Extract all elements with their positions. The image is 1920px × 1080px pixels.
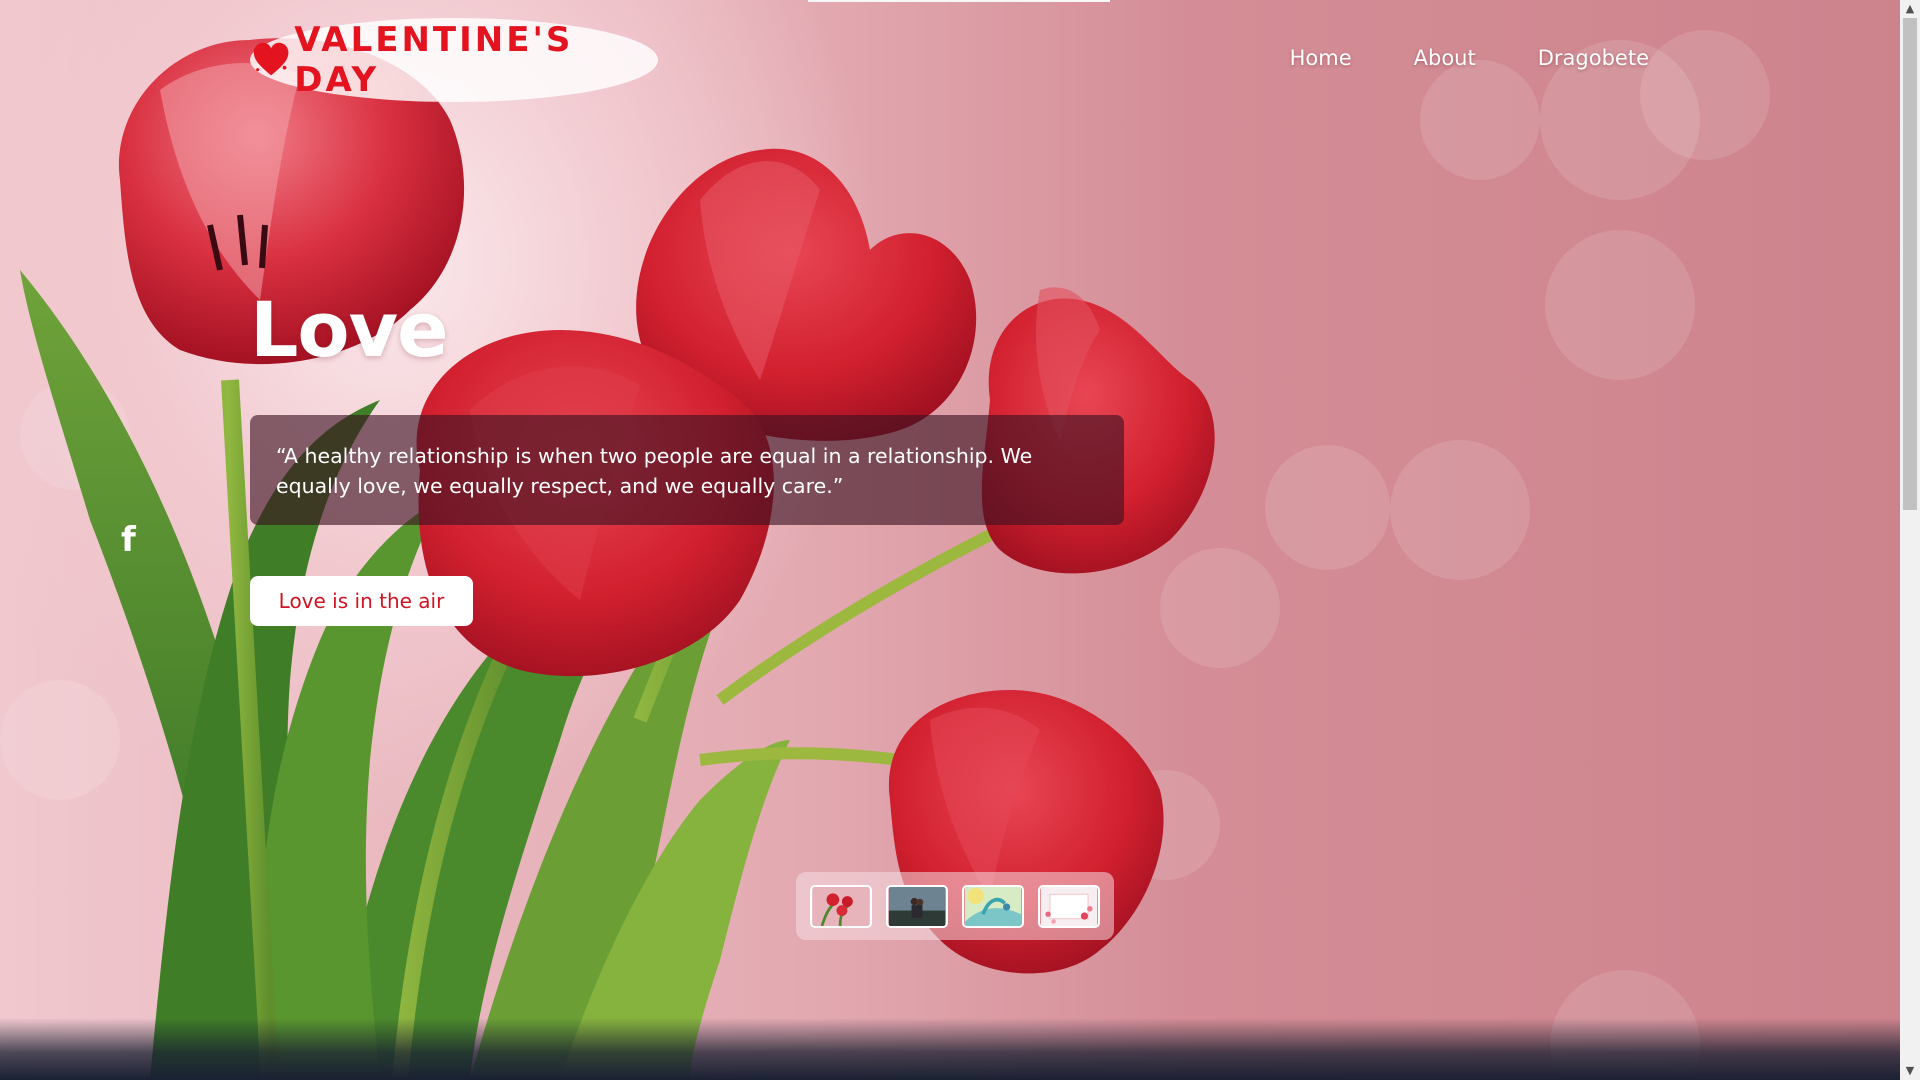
nav-item-about[interactable]: About xyxy=(1414,46,1476,70)
quote-panel: “A healthy relationship is when two peop… xyxy=(250,415,1124,525)
scrollbar-thumb[interactable] xyxy=(1903,18,1917,510)
facebook-icon[interactable]: f xyxy=(121,520,136,560)
thumbnail-couple[interactable] xyxy=(886,884,948,928)
nav-item-home[interactable]: Home xyxy=(1290,46,1352,70)
top-progress-line xyxy=(808,0,1110,2)
vertical-scrollbar[interactable]: ▲ ▼ xyxy=(1900,0,1920,1080)
hero-title: Love xyxy=(250,285,449,374)
bottom-shadow xyxy=(0,1018,1900,1080)
love-cta-button[interactable]: Love is in the air xyxy=(250,576,473,626)
quote-text: “A healthy relationship is when two peop… xyxy=(276,444,1033,498)
logo-title: VALENTINE'S DAY xyxy=(294,20,574,100)
thumbnail-birds[interactable] xyxy=(962,884,1024,928)
thumbnail-strip xyxy=(796,872,1114,940)
page-background: VALENTINE'S DAY Home About Dragobete Lov… xyxy=(0,0,1920,1080)
scroll-down-arrow-icon[interactable]: ▼ xyxy=(1900,1062,1920,1080)
main-navigation: Home About Dragobete xyxy=(1290,46,1649,70)
thumbnail-hearts-card[interactable] xyxy=(1038,884,1100,928)
scroll-up-arrow-icon[interactable]: ▲ xyxy=(1900,0,1920,18)
site-logo[interactable]: VALENTINE'S DAY xyxy=(250,18,658,102)
thumbnail-tulips[interactable] xyxy=(810,884,872,928)
heart-icon xyxy=(253,42,289,76)
nav-item-dragobete[interactable]: Dragobete xyxy=(1538,46,1649,70)
